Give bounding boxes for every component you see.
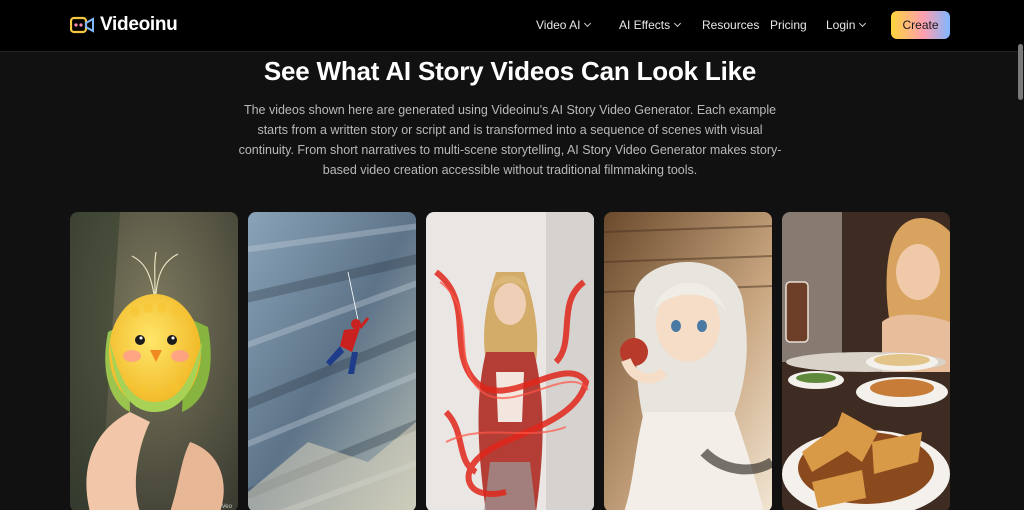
brand-logo[interactable]: Videoinu (70, 14, 178, 36)
nav-video-ai[interactable]: Video AI (536, 18, 592, 32)
videoinu-logo-icon (70, 16, 94, 34)
nav-pricing[interactable]: Pricing (770, 18, 807, 32)
nav-ai-effects-label: AI Effects (619, 18, 671, 32)
create-button[interactable]: Create (891, 11, 950, 39)
nav-login[interactable]: Login (826, 18, 867, 32)
corn-character-thumbnail (70, 212, 238, 510)
video-card-red-smoke[interactable] (426, 212, 594, 510)
nav-resources[interactable]: Resources (702, 18, 759, 32)
nav-login-label: Login (826, 18, 856, 32)
chevron-down-icon (859, 19, 867, 28)
nav-resources-label: Resources (702, 18, 760, 32)
video-card-dinner[interactable] (782, 212, 950, 510)
video-card-spiderman[interactable] (248, 212, 416, 510)
chevron-down-icon (674, 19, 682, 28)
veo-watermark: Veo (221, 504, 232, 510)
top-navbar: Videoinu Video AI AI Effects Resources P… (0, 0, 1024, 52)
woman-dinner-thumbnail (782, 212, 950, 510)
nav-ai-effects[interactable]: AI Effects (619, 18, 682, 32)
nav-video-ai-label: Video AI (536, 18, 581, 32)
anime-girl-apple-thumbnail (604, 212, 772, 510)
video-card-corn[interactable]: Veo (70, 212, 238, 510)
brand-name: Videoinu (100, 14, 178, 35)
page-description: The videos shown here are generated usin… (238, 103, 782, 177)
red-smoke-woman-thumbnail (426, 212, 594, 510)
nav-pricing-label: Pricing (770, 18, 807, 32)
page-title: See What AI Story Videos Can Look Like (263, 56, 757, 86)
spiderman-city-thumbnail (248, 212, 416, 510)
video-card-anime-apple[interactable] (604, 212, 772, 510)
chevron-down-icon (584, 19, 592, 28)
